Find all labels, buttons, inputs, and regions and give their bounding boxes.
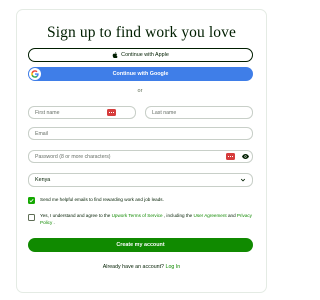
google-icon [29, 68, 41, 80]
terms-and: and [226, 213, 237, 218]
create-account-button[interactable]: Create my account [28, 238, 253, 252]
password-manager-icon[interactable] [226, 153, 235, 160]
user-agreement-link[interactable]: User Agreement [194, 213, 227, 218]
password-input[interactable] [35, 153, 252, 160]
continue-with-apple-button[interactable]: Continue with Apple [28, 48, 253, 62]
last-name-field[interactable] [145, 106, 253, 119]
continue-with-google-button[interactable]: Continue with Google [28, 67, 253, 81]
country-value: Kenya [35, 177, 51, 183]
terms-label: Yes, I understand and agree to the Upwor… [40, 213, 253, 226]
continue-with-apple-label: Continue with Apple [121, 52, 169, 58]
login-prompt-text: Already have an account? [102, 264, 165, 270]
or-divider: or [137, 88, 143, 94]
country-select[interactable]: Kenya [28, 173, 253, 187]
email-input[interactable] [35, 130, 252, 137]
terms-checkbox[interactable] [28, 214, 35, 221]
helpful-emails-checkbox[interactable] [28, 197, 35, 204]
login-prompt: Already have an account? Log In [0, 264, 283, 270]
continue-with-google-label: Continue with Google [112, 71, 169, 77]
terms-prefix: Yes, I understand and agree to the [40, 213, 112, 218]
check-icon [29, 198, 34, 203]
eye-icon[interactable] [242, 154, 249, 159]
password-field[interactable] [28, 150, 253, 163]
first-name-field[interactable] [28, 106, 136, 119]
chevron-down-icon [240, 178, 246, 182]
password-manager-icon[interactable] [107, 109, 116, 116]
terms-suffix: . [52, 219, 55, 225]
terms-of-service-link[interactable]: Upwork Terms of Service [112, 213, 163, 218]
terms-middle: , including the [162, 213, 194, 218]
email-field[interactable] [28, 127, 253, 140]
last-name-input[interactable] [152, 109, 252, 116]
login-link[interactable]: Log In [166, 264, 181, 270]
page-title: Sign up to find work you love [47, 24, 236, 41]
apple-icon [112, 52, 118, 58]
helpful-emails-label: Send me helpful emails to find rewarding… [40, 197, 164, 202]
first-name-input[interactable] [35, 109, 135, 116]
